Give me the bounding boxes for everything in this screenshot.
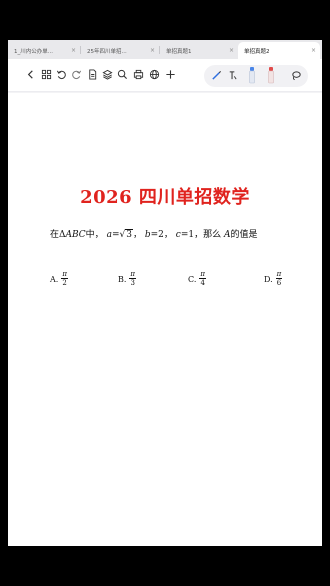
fraction-numerator: π — [275, 270, 283, 279]
tab-2-label: 25年四川单招... — [87, 48, 127, 55]
close-icon[interactable]: × — [229, 47, 234, 54]
fraction-numerator: π — [199, 270, 206, 279]
fraction-denominator: 3 — [130, 279, 135, 287]
back-icon[interactable] — [24, 68, 37, 81]
fraction: π3 — [129, 270, 137, 287]
option-letter: C. — [188, 274, 197, 284]
tab-bar: 1_川内公办单... × 25年四川单招... × 单招真题1 × 单招真题2 … — [8, 40, 322, 59]
fraction-denominator: 2 — [62, 279, 67, 287]
pen-icon[interactable] — [210, 69, 223, 82]
pen-tool-group — [204, 65, 308, 87]
separator: ， — [163, 230, 173, 240]
tab-3[interactable]: 单招真题1 × — [160, 42, 238, 59]
triangle-name: ABC — [65, 230, 86, 240]
grid-icon[interactable] — [40, 68, 53, 81]
equals-sign: = — [111, 230, 120, 240]
value-b: =2 — [150, 230, 164, 240]
question-prefix: 在Δ — [50, 230, 66, 240]
tab-2[interactable]: 25年四川单招... × — [81, 42, 159, 59]
option-letter: A. — [50, 274, 59, 284]
fraction-denominator: 6 — [276, 279, 282, 287]
question-text-part: 中， — [85, 230, 104, 240]
value-c: =1 — [180, 230, 195, 240]
fraction: π6 — [275, 270, 283, 287]
fraction: π4 — [199, 271, 206, 287]
option-a[interactable]: A. π2 — [50, 271, 68, 287]
question-suffix: 的值是 — [230, 230, 258, 240]
sqrt-expression: √3 — [119, 229, 133, 240]
separator: ， — [132, 230, 142, 240]
app-screen: 1_川内公办单... × 25年四川单招... × 单招真题1 × 单招真题2 … — [8, 40, 322, 546]
close-icon[interactable]: × — [150, 47, 155, 54]
tab-1-label: 1_川内公办单... — [14, 48, 53, 55]
option-d[interactable]: D. π6 — [264, 270, 283, 287]
print-icon[interactable] — [132, 68, 145, 81]
layers-icon[interactable] — [101, 68, 114, 81]
page-title: 2026 四川单招数学 — [80, 187, 250, 208]
question-text: 在ΔABC中， a=√3， b=2， c=1，那么 A的值是 — [50, 227, 258, 240]
globe-icon[interactable] — [148, 68, 161, 81]
toolbar — [8, 59, 322, 92]
tab-3-label: 单招真题1 — [166, 48, 192, 55]
document-page: 2026 四川单招数学 在ΔABC中， a=√3， b=2， c=1，那么 A的… — [8, 93, 322, 546]
document-icon[interactable] — [86, 68, 99, 81]
marker-icon[interactable] — [247, 66, 257, 84]
option-letter: B. — [118, 274, 127, 284]
question-text-part: ，那么 — [194, 230, 222, 240]
option-letter: D. — [264, 274, 273, 284]
close-icon[interactable]: × — [311, 47, 316, 54]
highlighter-icon[interactable] — [266, 66, 276, 84]
text-select-icon[interactable] — [226, 69, 239, 82]
option-c[interactable]: C. π4 — [188, 271, 206, 287]
tab-1[interactable]: 1_川内公办单... × — [8, 42, 80, 59]
fraction-numerator: π — [61, 270, 68, 279]
fraction: π2 — [61, 271, 68, 287]
undo-icon[interactable] — [55, 68, 68, 81]
tab-4-active[interactable]: 单招真题2 × — [238, 42, 320, 59]
redo-icon[interactable] — [70, 68, 83, 81]
tab-4-label: 单招真题2 — [244, 48, 270, 55]
radicand: 3 — [125, 229, 133, 240]
search-icon[interactable] — [116, 68, 129, 81]
fraction-denominator: 4 — [200, 279, 205, 287]
option-b[interactable]: B. π3 — [118, 270, 137, 287]
fraction-numerator: π — [129, 270, 137, 279]
lasso-icon[interactable] — [290, 69, 303, 82]
close-icon[interactable]: × — [71, 47, 76, 54]
add-icon[interactable] — [164, 68, 177, 81]
